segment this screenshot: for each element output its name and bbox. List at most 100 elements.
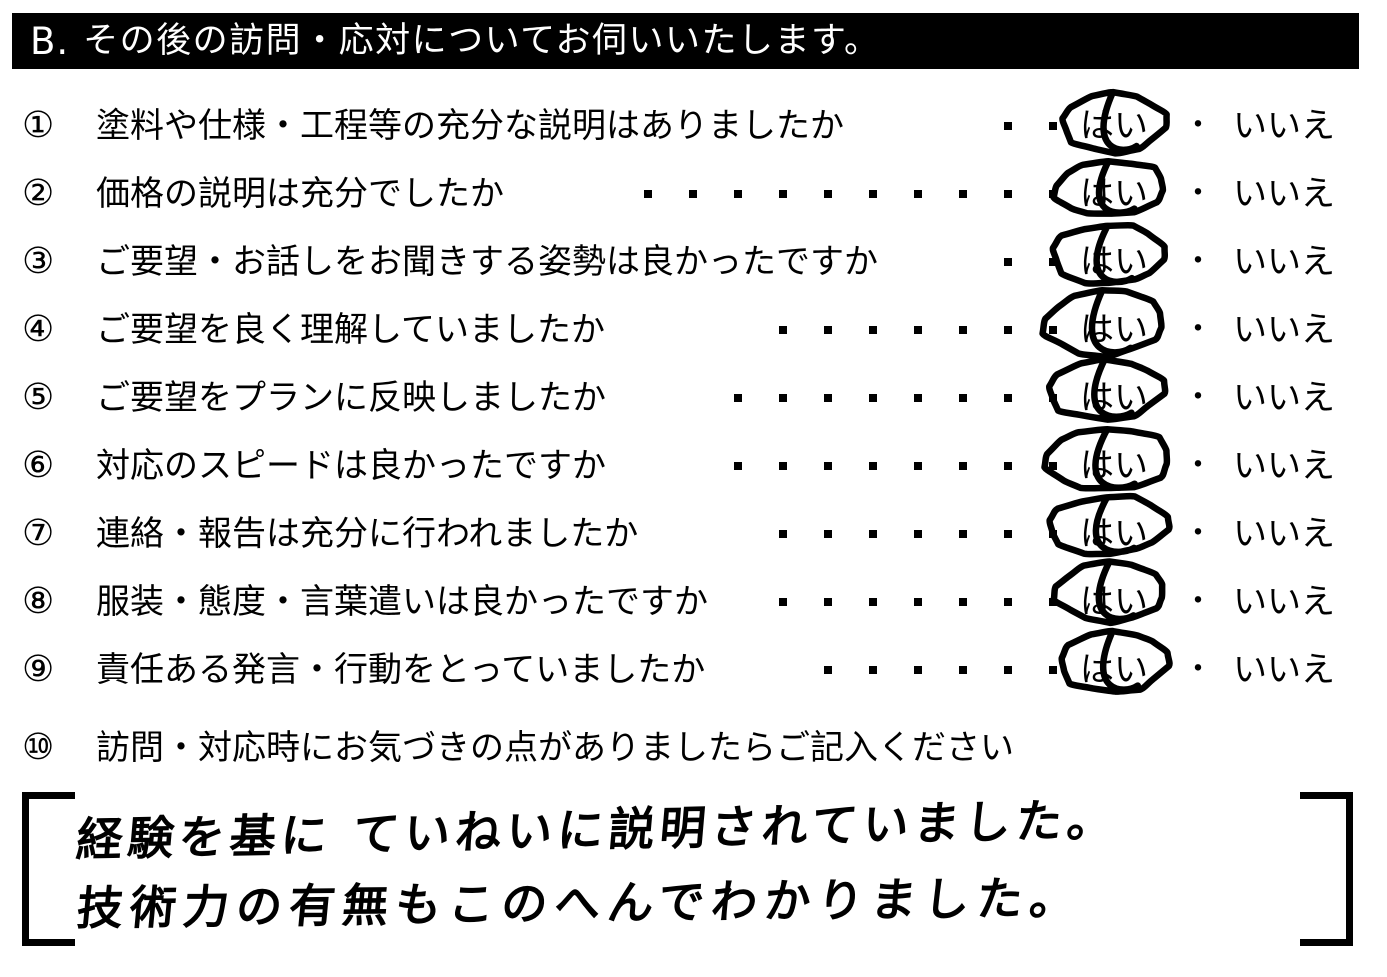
dot-leader	[787, 639, 1057, 701]
answer-option-no[interactable]: いいえ	[1233, 639, 1383, 701]
leader-dot	[914, 530, 922, 538]
question-text: ご要望・お話しをお聞きする姿勢は良かったですか	[96, 242, 878, 282]
leader-dot	[1049, 530, 1057, 538]
leader-dot	[914, 666, 922, 674]
answer-option-yes[interactable]: はい	[1062, 299, 1166, 361]
leader-dot	[1049, 258, 1057, 266]
question-text: ご要望をプランに反映しましたか	[96, 378, 606, 418]
leader-dot	[1049, 666, 1057, 674]
leader-dot	[914, 190, 922, 198]
leader-dot	[1049, 326, 1057, 334]
answer-option-yes[interactable]: はい	[1062, 231, 1166, 293]
section-header: B. その後の訪問・応対についてお伺いいたします。	[12, 13, 1359, 69]
question-number: ①	[22, 105, 55, 146]
answer-option-yes[interactable]: はい	[1062, 571, 1166, 633]
leader-dot	[959, 190, 967, 198]
dot-leader	[697, 435, 1057, 497]
answer-separator: ・	[1183, 448, 1213, 483]
answer-option-yes[interactable]: はい	[1062, 639, 1166, 701]
answer-option-yes[interactable]: はい	[1062, 503, 1166, 565]
answer-option-no[interactable]: いいえ	[1233, 95, 1383, 157]
leader-dot	[824, 190, 832, 198]
question-number: ⑨	[22, 649, 55, 690]
answer-option-yes[interactable]: はい	[1062, 95, 1166, 157]
leader-dot	[779, 190, 787, 198]
leader-dot	[1004, 598, 1012, 606]
leader-dot	[734, 190, 742, 198]
question-row: ⑥ 対応のスピードは良かったですか はい・いいえ	[0, 425, 1387, 497]
leader-dot	[824, 462, 832, 470]
question-number: ⑩	[22, 727, 55, 768]
leader-dot	[1004, 394, 1012, 402]
question-number: ④	[22, 309, 55, 350]
answer-option-no[interactable]: いいえ	[1233, 231, 1383, 293]
answer-option-no[interactable]: いいえ	[1233, 367, 1383, 429]
question-text: 価格の説明は充分でしたか	[96, 174, 504, 214]
answer-separator: ・	[1183, 380, 1213, 415]
answer-option-no[interactable]: いいえ	[1233, 299, 1383, 361]
question-row: ⑨ 責任ある発言・行動をとっていましたか はい・いいえ	[0, 627, 1387, 701]
leader-dot	[734, 462, 742, 470]
answer-separator: ・	[1183, 652, 1213, 687]
leader-dot	[869, 190, 877, 198]
leader-dot	[869, 394, 877, 402]
answer-separator: ・	[1183, 516, 1213, 551]
leader-dot	[1004, 190, 1012, 198]
question-row: ④ ご要望を良く理解していましたか はい・いいえ	[0, 286, 1387, 361]
answer-option-no[interactable]: いいえ	[1233, 163, 1383, 225]
leader-dot	[1049, 122, 1057, 130]
section-title: その後の訪問・応対についてお伺いいたします。	[83, 20, 881, 61]
question-number: ⑧	[22, 581, 55, 622]
comment-bracket-right	[1300, 792, 1353, 946]
question-row: ② 価格の説明は充分でしたか はい・いいえ	[0, 157, 1387, 225]
answer-separator: ・	[1183, 108, 1213, 143]
answer-option-no[interactable]: いいえ	[1233, 503, 1383, 565]
question-text: 塗料や仕様・工程等の充分な説明はありましたか	[96, 106, 844, 146]
dot-leader	[697, 367, 1057, 429]
free-comment-question-row: ⑩ 訪問・対応時にお気づきの点がありましたらご記入ください	[0, 717, 1387, 779]
answer-separator: ・	[1183, 312, 1213, 347]
question-text: 責任ある発言・行動をとっていましたか	[96, 650, 706, 690]
answer-option-yes[interactable]: はい	[1062, 163, 1166, 225]
question-number: ③	[22, 241, 55, 282]
leader-dot	[824, 530, 832, 538]
answer-option-no[interactable]: いいえ	[1233, 571, 1383, 633]
leader-dot	[959, 394, 967, 402]
dot-leader	[742, 299, 1057, 361]
leader-dot	[1049, 462, 1057, 470]
leader-dot	[1004, 258, 1012, 266]
leader-dot	[914, 598, 922, 606]
leader-dot	[1049, 190, 1057, 198]
leader-dot	[779, 530, 787, 538]
question-number: ⑥	[22, 445, 55, 486]
handwritten-comment-area: 経験を基に ていねいに説明されていました。 技術力の有無もこのへんでわかりました…	[0, 782, 1387, 972]
leader-dot	[959, 666, 967, 674]
question-number: ⑤	[22, 377, 55, 418]
question-row: ⑧ 服装・態度・言葉遣いは良かったですか はい・いいえ	[0, 558, 1387, 633]
comment-bracket-left	[22, 792, 75, 946]
leader-dot	[914, 462, 922, 470]
dot-leader	[742, 571, 1057, 633]
leader-dot	[824, 666, 832, 674]
leader-dot	[959, 462, 967, 470]
leader-dot	[779, 326, 787, 334]
dot-leader	[607, 163, 1057, 225]
answer-option-no[interactable]: いいえ	[1233, 435, 1383, 497]
answer-option-yes[interactable]: はい	[1062, 435, 1166, 497]
leader-dot	[959, 326, 967, 334]
question-row: ⑤ ご要望をプランに反映しましたか はい・いいえ	[0, 356, 1387, 429]
question-text: ご要望を良く理解していましたか	[96, 310, 605, 350]
leader-dot	[959, 598, 967, 606]
leader-dot	[914, 326, 922, 334]
answer-option-yes[interactable]: はい	[1062, 367, 1166, 429]
leader-dot	[1004, 530, 1012, 538]
leader-dot	[1004, 326, 1012, 334]
leader-dot	[779, 598, 787, 606]
leader-dot	[869, 326, 877, 334]
dot-leader	[967, 95, 1057, 157]
dot-leader	[742, 503, 1057, 565]
leader-dot	[869, 598, 877, 606]
leader-dot	[869, 666, 877, 674]
handwritten-comment-line-1: 経験を基に ていねいに説明されていました。	[74, 792, 1121, 867]
leader-dot	[1049, 598, 1057, 606]
